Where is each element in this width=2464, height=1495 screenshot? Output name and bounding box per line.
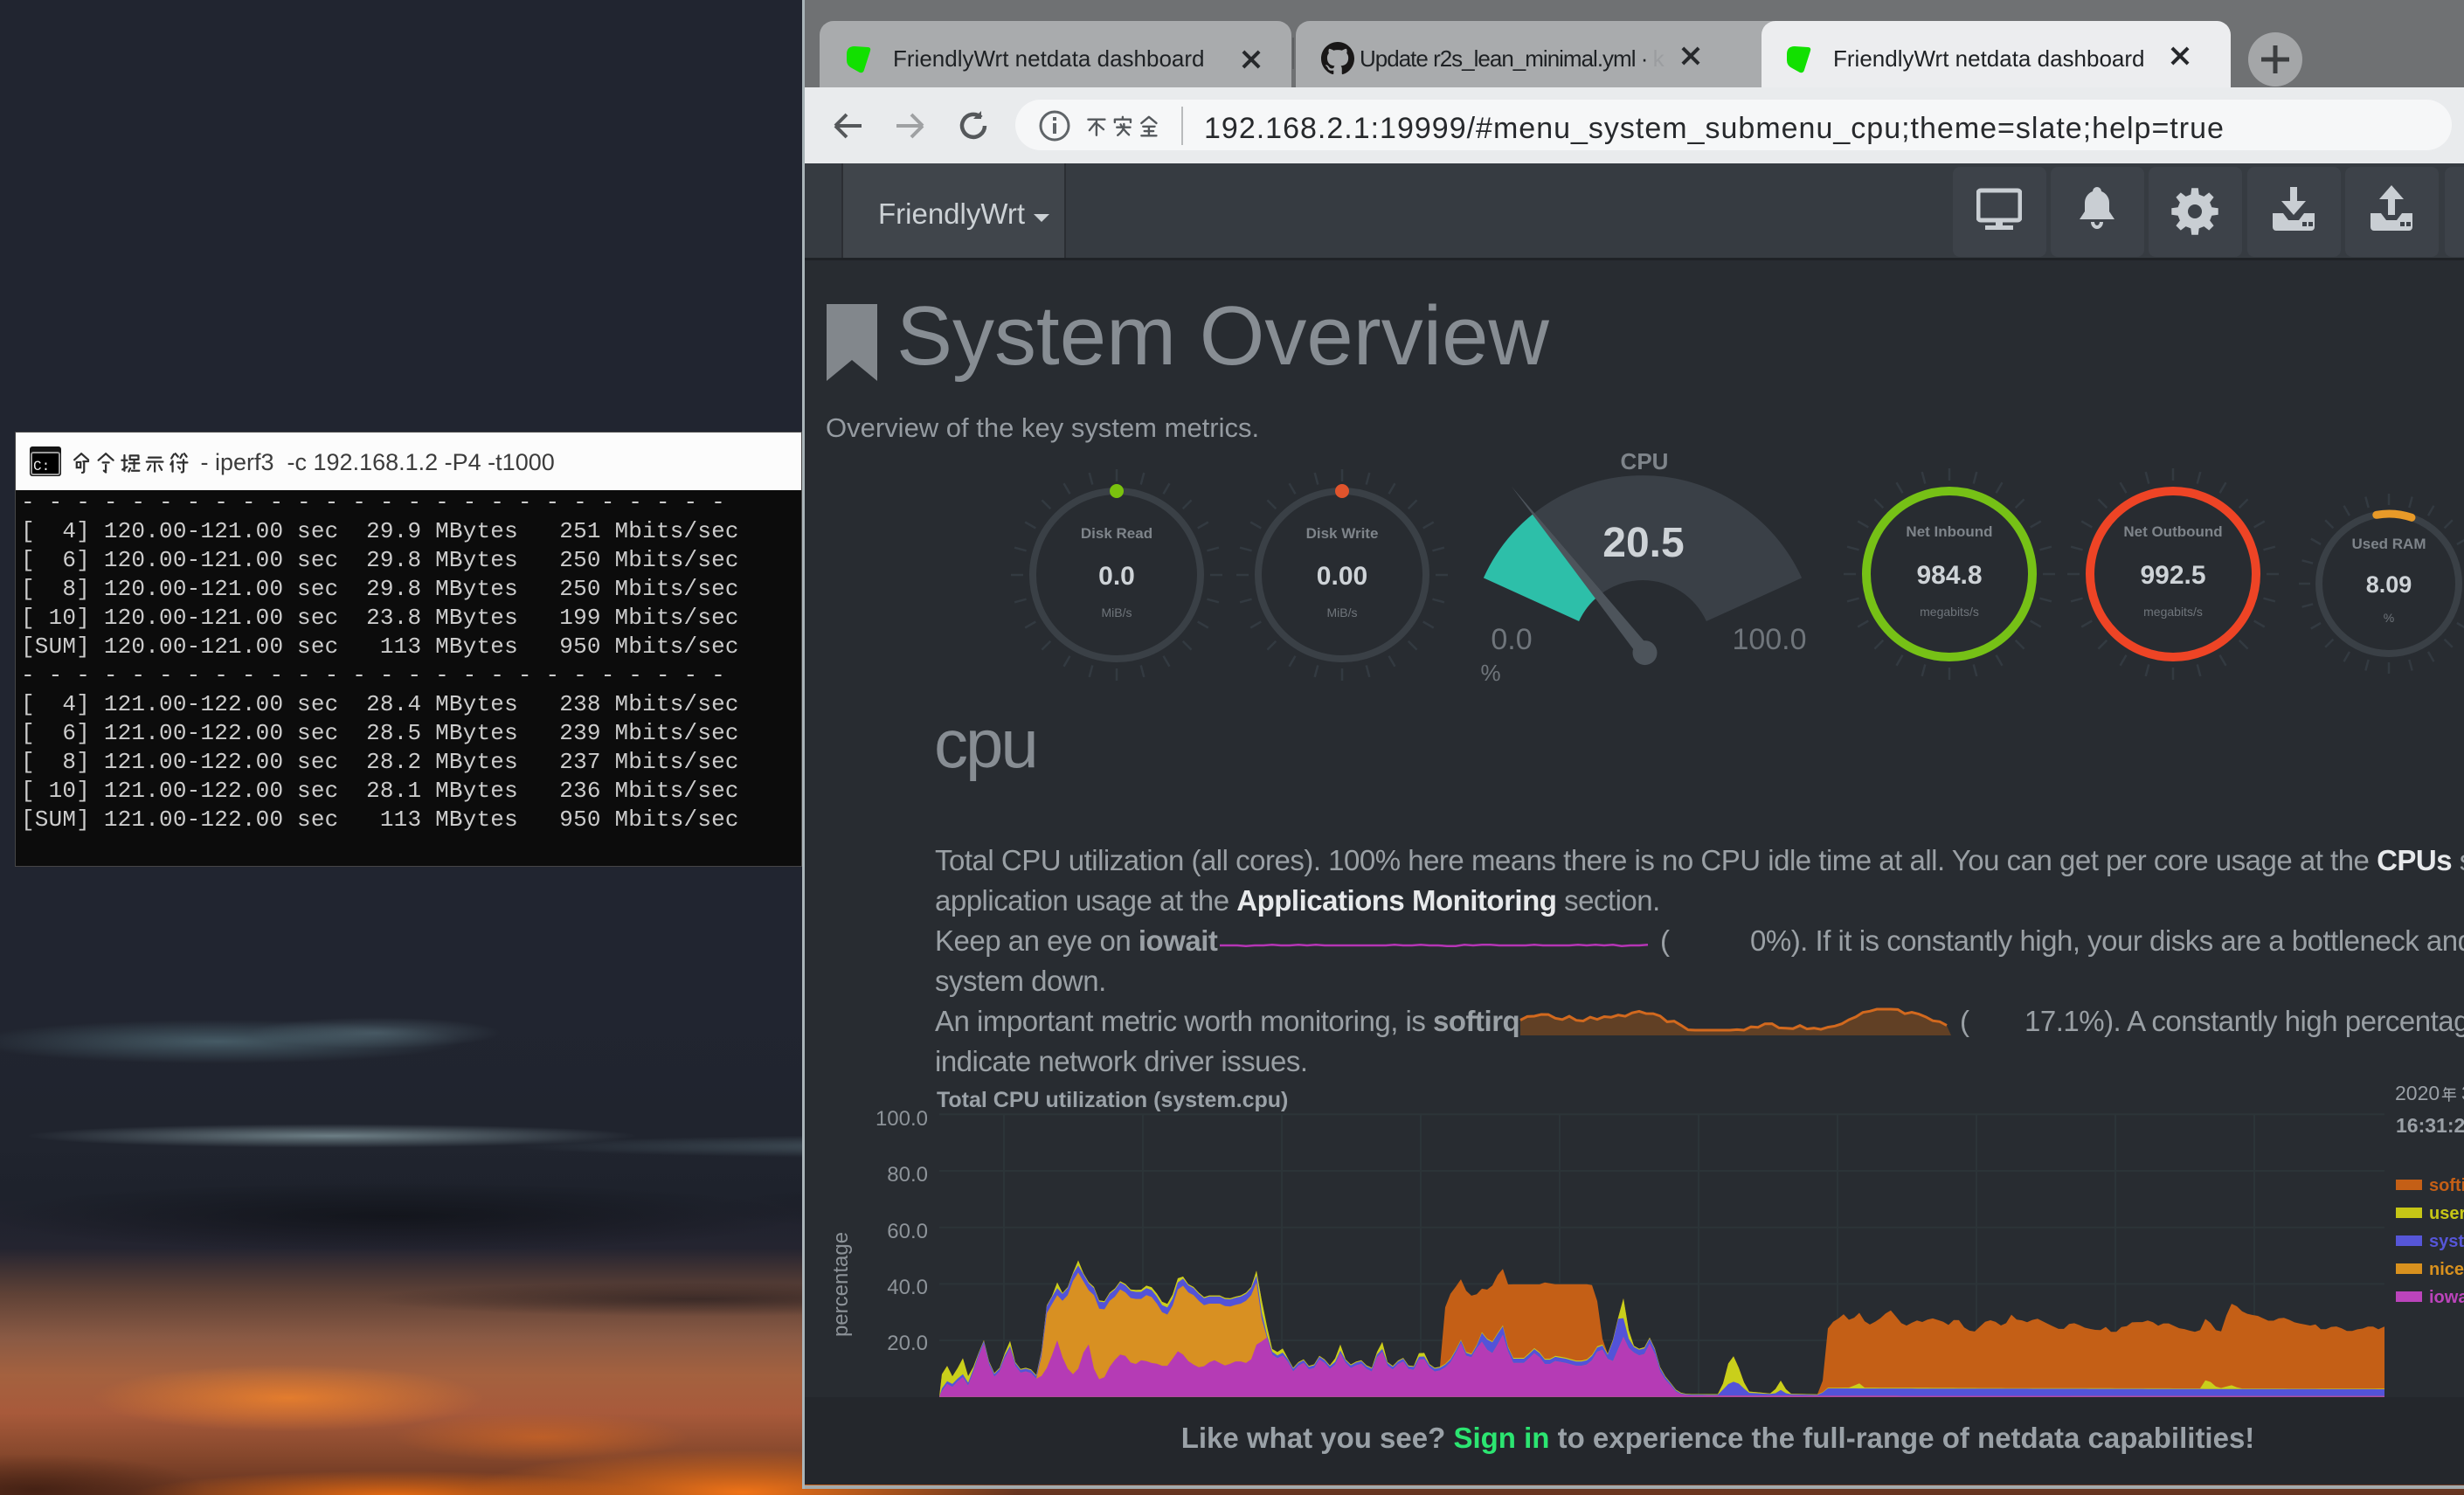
svg-text:iowait: iowait <box>2429 1288 2464 1307</box>
svg-text:percentage: percentage <box>829 1232 853 1337</box>
svg-text:60.0: 60.0 <box>887 1220 928 1243</box>
svg-text:16:31:2: 16:31:2 <box>2396 1114 2464 1137</box>
svg-text:80.0: 80.0 <box>887 1163 928 1187</box>
svg-text:100.0: 100.0 <box>876 1107 928 1131</box>
svg-text:nice: nice <box>2429 1260 2464 1279</box>
svg-text:Total CPU utilization (system.: Total CPU utilization (system.cpu) <box>937 1088 1288 1112</box>
svg-text:20.0: 20.0 <box>887 1332 928 1355</box>
svg-text:softirq: softirq <box>2429 1176 2464 1195</box>
svg-text:40.0: 40.0 <box>887 1276 928 1299</box>
svg-text:system: system <box>2429 1232 2464 1251</box>
svg-text:user: user <box>2429 1204 2464 1223</box>
svg-text:2020: 2020 <box>2395 1082 2440 1104</box>
